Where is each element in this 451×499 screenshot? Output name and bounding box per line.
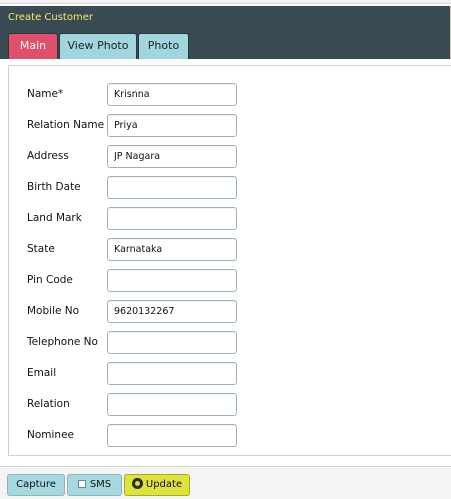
relation-row: Relation xyxy=(9,393,449,417)
name-row: Name* xyxy=(9,83,449,107)
sms-button-label: SMS xyxy=(89,479,112,490)
tab-view-photo[interactable]: View Photo xyxy=(59,33,137,59)
relation-input[interactable] xyxy=(107,393,237,416)
tab-content: Name* Relation Name Address Birth Date L… xyxy=(0,59,451,461)
relation-name-input[interactable] xyxy=(107,114,237,137)
update-button[interactable]: Update xyxy=(124,474,190,496)
telephone-no-label: Telephone No xyxy=(27,336,98,348)
relation-name-label: Relation Name xyxy=(27,119,105,131)
customer-form: Name* Relation Name Address Birth Date L… xyxy=(8,65,451,456)
land-mark-row: Land Mark xyxy=(9,207,449,231)
address-label: Address xyxy=(27,150,69,162)
state-label: State xyxy=(27,243,55,255)
panel-title: Create Customer xyxy=(0,6,450,30)
address-input[interactable] xyxy=(107,145,237,168)
capture-button[interactable]: Capture xyxy=(7,474,65,496)
tab-main[interactable]: Main xyxy=(8,33,58,59)
birth-date-label: Birth Date xyxy=(27,181,81,193)
capture-button-label: Capture xyxy=(16,479,56,490)
telephone-no-input[interactable] xyxy=(107,331,237,354)
tab-photo[interactable]: Photo xyxy=(138,33,189,59)
create-customer-panel: Create Customer Main View Photo Photo Na… xyxy=(0,6,451,461)
email-input[interactable] xyxy=(107,362,237,385)
land-mark-input[interactable] xyxy=(107,207,237,230)
birth-date-row: Birth Date xyxy=(9,176,449,200)
mobile-no-input[interactable] xyxy=(107,300,237,323)
relation-name-row: Relation Name xyxy=(9,114,449,138)
nominee-row: Nominee xyxy=(9,424,449,448)
pin-code-row: Pin Code xyxy=(9,269,449,293)
birth-date-input[interactable] xyxy=(107,176,237,199)
state-input[interactable] xyxy=(107,238,237,261)
email-label: Email xyxy=(27,367,57,379)
name-label: Name* xyxy=(27,88,64,100)
relation-label: Relation xyxy=(27,398,70,410)
pin-code-label: Pin Code xyxy=(27,274,73,286)
nominee-input[interactable] xyxy=(107,424,237,447)
pin-code-input[interactable] xyxy=(107,269,237,292)
land-mark-label: Land Mark xyxy=(27,212,82,224)
telephone-no-row: Telephone No xyxy=(9,331,449,355)
sms-icon xyxy=(77,480,86,488)
footer-toolbar: Capture SMS Update xyxy=(0,468,451,499)
tab-strip: Main View Photo Photo xyxy=(0,30,450,59)
nominee-label: Nominee xyxy=(27,429,74,441)
sms-button[interactable]: SMS xyxy=(67,474,122,496)
state-row: State xyxy=(9,238,449,262)
footer-divider xyxy=(0,466,451,467)
email-row: Email xyxy=(9,362,449,386)
mobile-no-row: Mobile No xyxy=(9,300,449,324)
update-icon xyxy=(131,478,143,489)
name-input[interactable] xyxy=(107,83,237,106)
top-divider xyxy=(0,0,451,4)
mobile-no-label: Mobile No xyxy=(27,305,80,317)
address-row: Address xyxy=(9,145,449,169)
update-button-label: Update xyxy=(145,479,183,490)
